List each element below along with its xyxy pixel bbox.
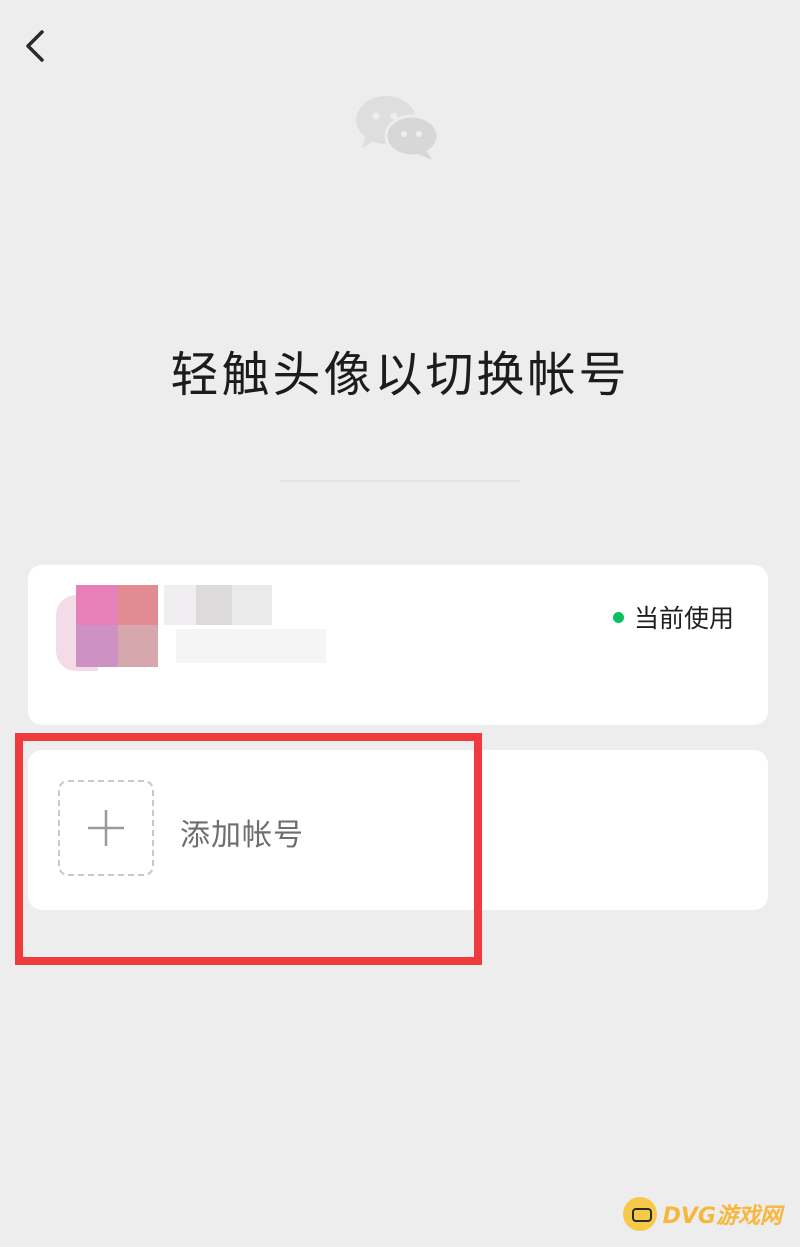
status-label: 当前使用	[633, 604, 734, 633]
gamepad-icon	[622, 1197, 657, 1231]
highlight-annotation-box	[15, 733, 482, 965]
divider	[280, 480, 520, 482]
watermark: DVG游戏网	[622, 1197, 782, 1231]
current-account-card[interactable]: 当前使用	[28, 565, 768, 725]
page-title: 轻触头像以切换帐号	[170, 347, 630, 403]
watermark-text: DVG游戏网	[662, 1204, 782, 1229]
wechat-logo-icon	[352, 92, 442, 162]
current-status-badge: 当前使用	[612, 599, 734, 635]
status-dot	[612, 611, 624, 623]
back-button[interactable]	[14, 24, 58, 68]
chevron-left-icon	[26, 30, 44, 62]
avatar[interactable]	[56, 585, 396, 705]
